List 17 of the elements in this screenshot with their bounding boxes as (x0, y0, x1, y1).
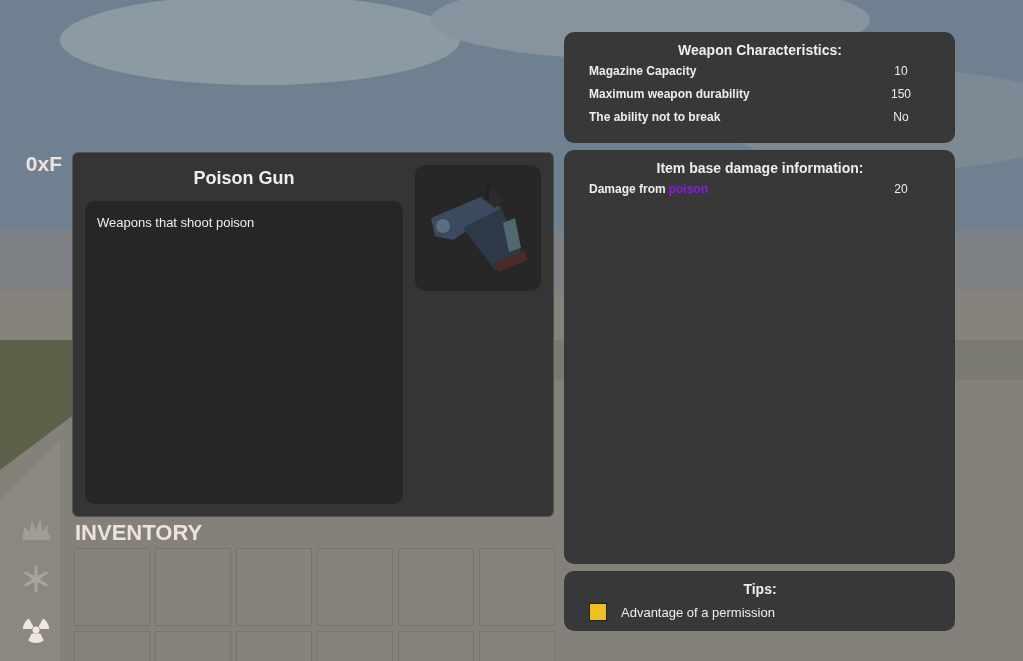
damage-value: 20 (893, 182, 909, 198)
stat-label: Maximum weapon durability (589, 87, 750, 103)
panel-title: Weapon Characteristics: (677, 42, 843, 58)
tip-text: Advantage of a permission (621, 604, 775, 620)
panel-title: Item base damage information: (655, 160, 865, 176)
stat-value: 150 (890, 87, 912, 103)
stat-label: Magazine Capacity (589, 64, 697, 80)
stat-value: 10 (893, 64, 909, 80)
panel-title: Tips: (742, 581, 778, 597)
item-name: Poison Gun (192, 167, 296, 190)
stat-value: No (892, 110, 910, 126)
counter-label: 0xF (25, 152, 62, 176)
damage-label: Damage from (589, 182, 666, 196)
damage-type: poison (668, 182, 708, 196)
inventory-title: INVENTORY (75, 520, 204, 546)
item-description: Weapons that shoot poison (97, 215, 255, 230)
stat-label: The ability not to break (589, 110, 721, 126)
